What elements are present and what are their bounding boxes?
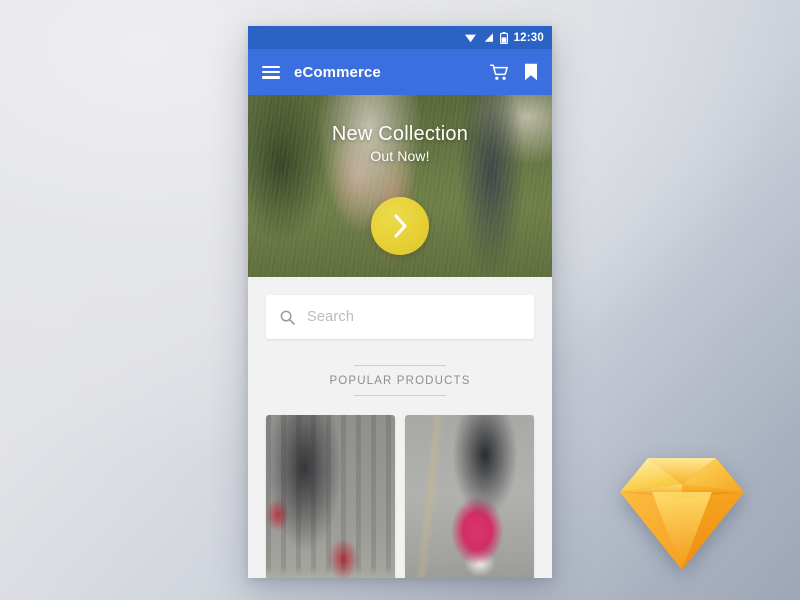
status-bar: 12:30 bbox=[248, 26, 552, 49]
screen-content: POPULAR PRODUCTS bbox=[248, 277, 552, 578]
product-card-2[interactable] bbox=[405, 415, 534, 578]
chevron-right-icon bbox=[394, 214, 406, 238]
hero-subtitle: Out Now! bbox=[370, 148, 430, 164]
search-input[interactable] bbox=[307, 309, 520, 325]
app-bar-title: eCommerce bbox=[294, 63, 381, 81]
battery-icon bbox=[499, 31, 508, 44]
screenshot-canvas: 12:30 eCommerce New Collection Out Now! … bbox=[0, 0, 800, 600]
popular-products-heading: POPULAR PRODUCTS bbox=[266, 365, 534, 396]
app-bar-actions bbox=[490, 63, 538, 81]
hero-title: New Collection bbox=[331, 123, 469, 145]
sketch-logo bbox=[620, 458, 744, 570]
product-image-1-grain bbox=[266, 415, 395, 578]
product-image-2-grain bbox=[405, 415, 534, 578]
status-bar-clock: 12:30 bbox=[513, 31, 544, 44]
section-title: POPULAR PRODUCTS bbox=[329, 375, 471, 387]
bookmark-icon[interactable] bbox=[524, 63, 538, 81]
hero-text-block: New Collection Out Now! bbox=[248, 123, 552, 164]
heading-rule-bottom bbox=[354, 395, 446, 396]
search-bar[interactable] bbox=[266, 295, 534, 339]
product-grid bbox=[266, 415, 534, 578]
search-icon bbox=[280, 310, 295, 325]
hero-banner[interactable]: New Collection Out Now! bbox=[248, 95, 552, 277]
product-card-1[interactable] bbox=[266, 415, 395, 578]
app-bar: eCommerce bbox=[248, 49, 552, 95]
signal-icon bbox=[484, 33, 493, 42]
phone-mockup: 12:30 eCommerce New Collection Out Now! … bbox=[248, 26, 552, 578]
hamburger-menu-icon[interactable] bbox=[262, 65, 280, 79]
wifi-icon bbox=[464, 34, 476, 43]
cart-icon[interactable] bbox=[490, 63, 509, 81]
hero-cta-button[interactable] bbox=[371, 197, 429, 255]
